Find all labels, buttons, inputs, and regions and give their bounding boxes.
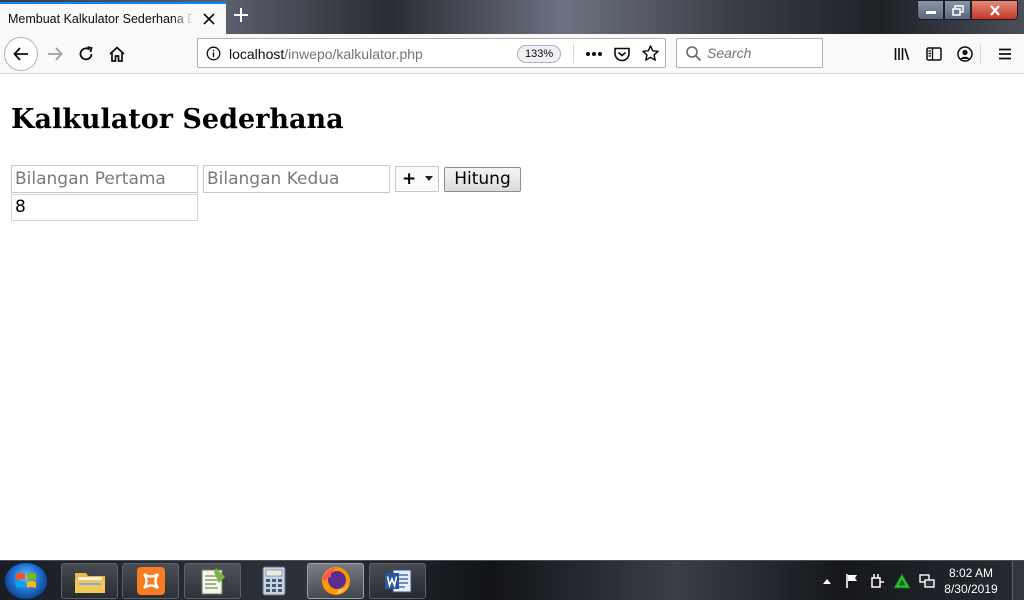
system-clock[interactable]: 8:02 AM 8/30/2019 (936, 565, 1006, 597)
taskbar-notepadpp[interactable] (184, 563, 241, 599)
url-text[interactable]: localhost/inwepo/kalkulator.php (229, 46, 423, 62)
account-icon (957, 46, 973, 62)
chevron-up-icon (823, 579, 831, 584)
hamburger-menu-icon (999, 48, 1011, 60)
address-bar[interactable]: localhost/inwepo/kalkulator.php 133% (197, 38, 666, 68)
clock-date: 8/30/2019 (944, 582, 998, 596)
navigation-toolbar: localhost/inwepo/kalkulator.php 133% (0, 34, 1024, 74)
tab-active[interactable]: Membuat Kalkulator Sederhana Dengan PHP (0, 2, 226, 34)
info-icon[interactable] (206, 46, 221, 61)
more-icon[interactable] (584, 45, 604, 63)
url-host: localhost (229, 46, 285, 62)
minimize-button[interactable] (917, 0, 944, 20)
calculate-button[interactable]: Hitung (444, 167, 521, 192)
reload-button[interactable] (71, 39, 101, 69)
notepad-icon (201, 568, 225, 595)
taskbar-calculator[interactable] (245, 563, 302, 599)
tray-power[interactable] (868, 572, 886, 590)
operator-select[interactable]: + (395, 166, 439, 192)
system-tray (818, 569, 943, 593)
minimize-icon (925, 11, 936, 14)
calculator-icon (262, 566, 285, 596)
divider (980, 44, 981, 64)
taskbar-word[interactable] (369, 563, 426, 599)
search-bar[interactable] (676, 38, 823, 68)
home-icon (109, 46, 125, 62)
tray-network[interactable] (918, 572, 936, 590)
start-button[interactable] (4, 562, 48, 600)
show-desktop-button[interactable] (1012, 561, 1024, 600)
tab-strip: Membuat Kalkulator Sederhana Dengan PHP (0, 0, 1024, 34)
zoom-badge[interactable]: 133% (517, 45, 562, 63)
result-output: 8 (11, 194, 198, 221)
chevron-down-icon (425, 176, 433, 181)
green-triangle-icon (893, 573, 911, 589)
taskbar-xampp[interactable] (122, 563, 179, 599)
divider (573, 43, 574, 63)
library-button[interactable] (887, 39, 917, 69)
arrow-right-icon (48, 47, 63, 61)
window-controls (917, 0, 1018, 20)
first-number-input[interactable] (11, 165, 198, 193)
power-plug-icon (871, 574, 884, 588)
operator-value: + (402, 169, 417, 189)
folder-icon (74, 573, 105, 593)
forward-button[interactable] (40, 39, 70, 69)
flag-icon (846, 574, 857, 588)
second-number-input[interactable] (203, 165, 390, 193)
network-icon (919, 574, 935, 588)
account-button[interactable] (950, 39, 980, 69)
menu-button[interactable] (990, 39, 1020, 69)
plus-icon[interactable] (232, 6, 250, 24)
xampp-icon (136, 567, 165, 595)
window-close-button[interactable] (971, 0, 1018, 20)
clock-time: 8:02 AM (948, 566, 994, 580)
page-content: Kalkulator Sederhana + Hitung 8 (0, 75, 1024, 560)
tab-title: Membuat Kalkulator Sederhana Dengan PHP (8, 12, 194, 26)
sidebar-button[interactable] (919, 39, 949, 69)
word-icon (384, 569, 411, 593)
library-icon (894, 48, 910, 61)
search-input[interactable] (707, 43, 817, 63)
arrow-left-icon (13, 47, 28, 61)
page-title: Kalkulator Sederhana (11, 104, 344, 135)
firefox-icon (321, 567, 350, 595)
taskbar-explorer[interactable] (61, 563, 118, 599)
reload-icon (79, 46, 93, 61)
restore-button[interactable] (944, 0, 971, 20)
back-button[interactable] (4, 37, 38, 71)
sidebar-icon (926, 47, 942, 61)
pocket-icon[interactable] (613, 45, 631, 63)
search-icon (686, 46, 702, 62)
restore-icon (951, 4, 964, 16)
taskbar-firefox[interactable] (307, 563, 364, 599)
close-icon[interactable] (202, 12, 216, 26)
tray-app[interactable] (893, 572, 911, 590)
taskbar: 8:02 AM 8/30/2019 (0, 560, 1024, 600)
url-path: /inwepo/kalkulator.php (284, 46, 423, 62)
tray-expand-button[interactable] (818, 572, 836, 590)
home-button[interactable] (102, 39, 132, 69)
tray-action-center[interactable] (843, 572, 861, 590)
windows-logo-icon (16, 573, 36, 588)
star-icon[interactable] (641, 44, 660, 63)
close-icon (989, 4, 1000, 16)
